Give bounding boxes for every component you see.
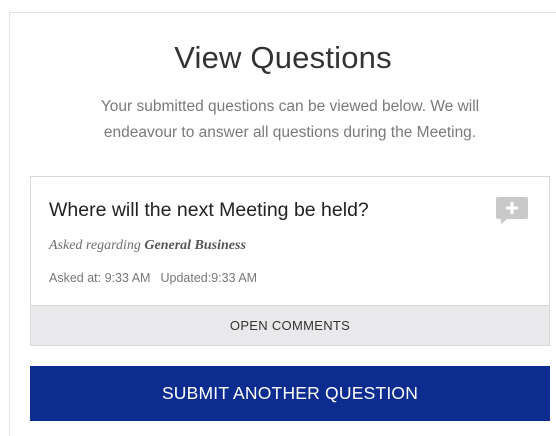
- asked-at-value: 9:33 AM: [104, 271, 151, 285]
- subtitle-line-2: endeavour to answer all questions during…: [103, 124, 477, 141]
- question-timestamps: Asked at: 9:33 AM Updated:9:33 AM: [49, 271, 257, 285]
- updated-value: 9:33 AM: [211, 271, 258, 285]
- asked-at-label: Asked at:: [49, 271, 102, 285]
- page-title: View Questions: [174, 40, 392, 75]
- question-topic: General Business: [144, 238, 246, 253]
- question-card: Where will the next Meeting be held? Ask…: [30, 176, 550, 346]
- subtitle-line-1: Your submitted questions can be viewed b…: [100, 98, 480, 115]
- comment-plus-icon[interactable]: [495, 195, 529, 225]
- updated-label: Updated:: [160, 271, 212, 285]
- open-comments-button[interactable]: OPEN COMMENTS: [31, 305, 549, 345]
- asked-regarding: Asked regarding General Business: [49, 238, 246, 254]
- panel-border-top: [9, 12, 556, 13]
- page-subtitle: Your submitted questions can be viewed b…: [40, 94, 540, 146]
- question-text: Where will the next Meeting be held?: [49, 199, 369, 221]
- view-questions-panel: View Questions Your submitted questions …: [0, 0, 556, 436]
- submit-another-question-button[interactable]: SUBMIT ANOTHER QUESTION: [30, 366, 550, 421]
- asked-regarding-label: Asked regarding: [49, 238, 141, 253]
